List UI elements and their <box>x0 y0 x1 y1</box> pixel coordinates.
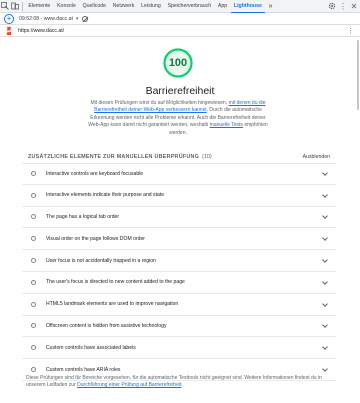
audit-title: Custom controls have ARIA roles <box>46 366 121 373</box>
audit-status-icon <box>31 301 36 307</box>
audit-status-icon <box>31 258 36 264</box>
tab-quellcode[interactable]: Quellcode <box>79 0 109 13</box>
chevron-down-icon[interactable] <box>322 345 327 350</box>
audit-status-icon <box>31 236 36 242</box>
audit-title: User focus is not accidentally trapped i… <box>46 257 156 264</box>
tab-netzwerk[interactable]: Netzwerk <box>109 0 137 13</box>
audit-row[interactable]: The page has a logical tab order <box>22 207 336 229</box>
category-description: Mit diesen Prüfungen wirst du auf Möglic… <box>88 100 268 137</box>
close-icon[interactable]: ✕ <box>348 0 360 13</box>
chevron-down-icon[interactable] <box>322 214 327 219</box>
inspect-element-icon[interactable] <box>0 0 10 13</box>
chevron-down-icon[interactable] <box>322 367 327 372</box>
chevron-down-icon[interactable] <box>322 258 327 263</box>
audit-row[interactable]: User focus is not accidentally trapped i… <box>22 250 336 272</box>
tab-lighthouse[interactable]: Lighthouse <box>230 0 266 13</box>
devtools-right-controls: ⋮ ✕ <box>326 0 360 13</box>
audit-status-icon <box>31 192 36 198</box>
scrollbar[interactable] <box>357 40 359 110</box>
audit-title: The user's focus is directed to new cont… <box>46 279 185 286</box>
audit-status-icon <box>31 345 36 351</box>
divider <box>22 1 23 11</box>
chevron-down-icon[interactable] <box>322 236 327 241</box>
audit-title: Custom controls have associated labels <box>46 344 136 351</box>
tab-elemente[interactable]: Elemente <box>25 0 54 13</box>
report-url[interactable]: https://www.dacc.at/ <box>18 28 64 34</box>
report-menu-icon[interactable]: ⋮ <box>347 27 354 35</box>
audit-title: The page has a logical tab order <box>46 213 120 220</box>
audit-row[interactable]: Visual order on the page follows DOM ord… <box>22 228 336 251</box>
category-title: Barrierefreiheit <box>145 85 215 97</box>
audit-row[interactable]: Interactive elements indicate their purp… <box>22 185 336 207</box>
audit-status-icon <box>31 279 36 285</box>
audit-title: Offscreen content is hidden from assisti… <box>46 322 167 329</box>
audit-status-icon <box>31 214 36 220</box>
tab-speicherverbrauch[interactable]: Speicherverbrauch <box>164 0 214 13</box>
hide-button[interactable]: Ausblenden <box>303 154 330 160</box>
chevron-down-icon[interactable] <box>322 193 327 198</box>
audit-title: Interactive controls are keyboard focusa… <box>46 170 144 177</box>
audit-status-icon <box>31 367 36 373</box>
manual-tests-link[interactable]: manuelle Tests <box>210 122 243 128</box>
gear-icon[interactable] <box>326 0 338 13</box>
audit-row[interactable]: Custom controls have associated labels <box>22 337 336 360</box>
audit-status-icon <box>31 323 36 329</box>
audit-list: Interactive controls are keyboard focusa… <box>22 163 336 381</box>
score-value: 100 <box>168 57 188 69</box>
section-count: (10) <box>202 154 212 160</box>
lighthouse-toolbar: + 09:52:08 - www.dacc.at ▾ <box>0 13 360 25</box>
clear-all-icon[interactable] <box>82 15 89 22</box>
devtools-tabs: Elemente Konsole Quellcode Netzwerk Leistung… <box>25 0 266 13</box>
audit-title: HTML5 landmark elements are used to impr… <box>46 301 179 308</box>
device-toolbar-icon[interactable] <box>10 0 20 13</box>
report-selector[interactable]: 09:52:08 - www.dacc.at <box>19 16 73 22</box>
more-options-icon[interactable]: ⋮ <box>338 0 348 13</box>
tab-leistung[interactable]: Leistung <box>138 0 164 13</box>
section-title: ZUSÄTZLICHE ELEMENTE ZUR MANUELLEN ÜBERP… <box>28 154 200 160</box>
audit-row[interactable]: Interactive controls are keyboard focusa… <box>22 163 336 185</box>
chevron-down-icon[interactable]: ▾ <box>76 16 79 22</box>
new-report-button[interactable]: + <box>4 13 14 24</box>
footer-note: Diese Prüfungen sind für Bereiche vorges… <box>26 375 342 390</box>
audit-title: Visual order on the page follows DOM ord… <box>46 235 146 242</box>
chevron-down-icon[interactable] <box>322 280 327 285</box>
tab-app[interactable]: App <box>215 0 231 13</box>
audit-row[interactable]: HTML5 landmark elements are used to impr… <box>22 294 336 316</box>
audit-status-icon <box>31 171 36 177</box>
chevron-down-icon[interactable] <box>322 323 327 328</box>
devtools-tab-bar: Elemente Konsole Quellcode Netzwerk Leistung… <box>0 0 360 13</box>
more-tabs-button[interactable]: » <box>265 0 276 13</box>
accessibility-review-link[interactable]: Durchführung einer Prüfung auf Barrieref… <box>77 382 181 388</box>
chevron-down-icon[interactable] <box>322 302 327 307</box>
audit-row[interactable]: The user's focus is directed to new cont… <box>22 272 336 294</box>
report-url-bar: https://www.dacc.at/ ⋮ <box>0 25 360 37</box>
audit-row[interactable]: Offscreen content is hidden from assisti… <box>22 316 336 338</box>
description-text: Mit diesen Prüfungen wirst du auf Möglic… <box>90 100 229 106</box>
lighthouse-logo-icon <box>6 26 12 35</box>
chevron-down-icon[interactable] <box>322 171 327 176</box>
audit-title: Interactive elements indicate their purp… <box>46 192 165 199</box>
footer-text: . <box>181 382 183 389</box>
manual-checks-header: ZUSÄTZLICHE ELEMENTE ZUR MANUELLEN ÜBERP… <box>28 153 330 161</box>
tab-konsole[interactable]: Konsole <box>54 0 80 13</box>
